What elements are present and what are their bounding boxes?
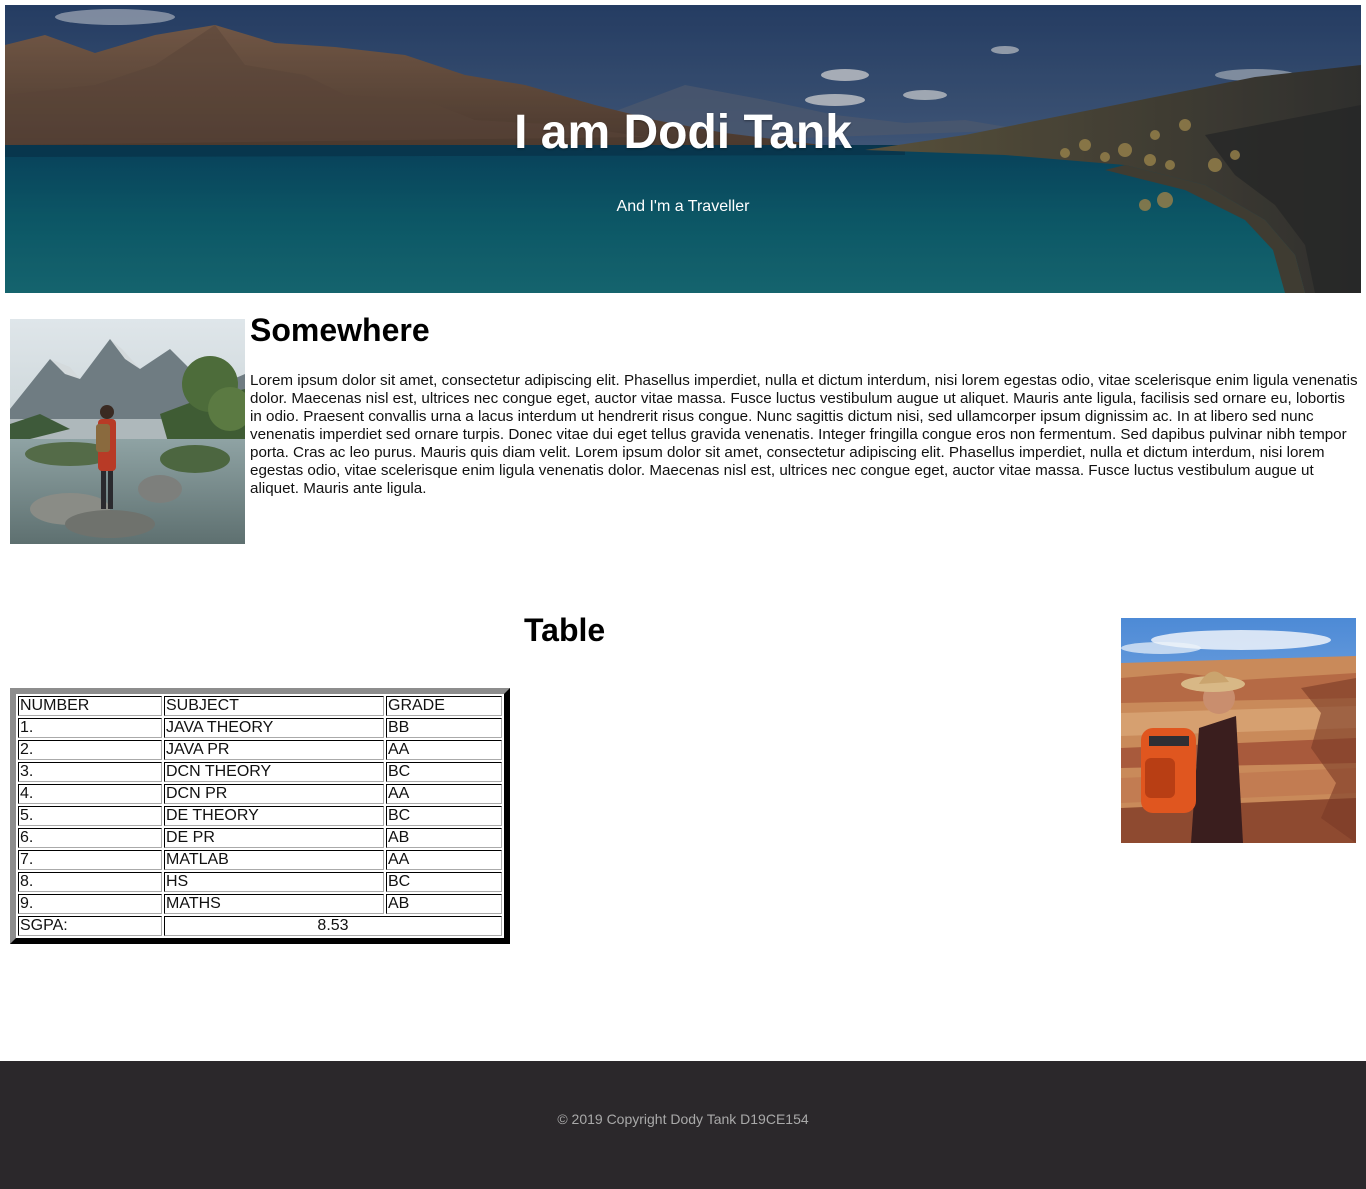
row-subject: DE THEORY xyxy=(164,806,384,826)
sgpa-label: SGPA: xyxy=(18,916,162,936)
row-grade: AB xyxy=(386,828,502,848)
row-number: 7. xyxy=(18,850,162,870)
table-row: 6. DE PR AB xyxy=(18,828,502,848)
row-grade: BC xyxy=(386,806,502,826)
row-subject: JAVA THEORY xyxy=(164,718,384,738)
table-row: 9. MATHS AB xyxy=(18,894,502,914)
row-grade: BC xyxy=(386,762,502,782)
row-number: 1. xyxy=(18,718,162,738)
table-heading: Table xyxy=(524,612,606,648)
hiker-canyon-image xyxy=(1121,618,1356,843)
sgpa-row: SGPA: 8.53 xyxy=(18,916,502,936)
row-grade: AA xyxy=(386,850,502,870)
row-grade: BB xyxy=(386,718,502,738)
hero-subtitle: And I'm a Traveller xyxy=(616,198,750,215)
about-heading: Somewhere xyxy=(250,312,430,348)
row-number: 6. xyxy=(18,828,162,848)
row-grade: BC xyxy=(386,872,502,892)
sgpa-value: 8.53 xyxy=(164,916,502,936)
row-number: 8. xyxy=(18,872,162,892)
table-row: 7. MATLAB AA xyxy=(18,850,502,870)
table-row: 3. DCN THEORY BC xyxy=(18,762,502,782)
row-subject: JAVA PR xyxy=(164,740,384,760)
header-number: NUMBER xyxy=(18,696,162,716)
copyright-text: © 2019 Copyright Dody Tank D19CE154 xyxy=(557,1111,809,1127)
traveller-lake-image xyxy=(10,319,245,544)
header-subject: SUBJECT xyxy=(164,696,384,716)
table-row: 2. JAVA PR AA xyxy=(18,740,502,760)
about-paragraph: Lorem ipsum dolor sit amet, consectetur … xyxy=(250,372,1358,497)
row-number: 2. xyxy=(18,740,162,760)
table-row: 5. DE THEORY BC xyxy=(18,806,502,826)
header-grade: GRADE xyxy=(386,696,502,716)
row-subject: MATHS xyxy=(164,894,384,914)
table-row: 4. DCN PR AA xyxy=(18,784,502,804)
hero-banner: I am Dodi Tank And I'm a Traveller xyxy=(5,5,1361,293)
footer: © 2019 Copyright Dody Tank D19CE154 xyxy=(0,1061,1366,1189)
row-number: 5. xyxy=(18,806,162,826)
hero-title: I am Dodi Tank xyxy=(514,106,852,159)
row-grade: AA xyxy=(386,740,502,760)
row-grade: AB xyxy=(386,894,502,914)
grades-table: NUMBER SUBJECT GRADE 1. JAVA THEORY BB 2… xyxy=(10,688,510,944)
row-number: 3. xyxy=(18,762,162,782)
row-subject: HS xyxy=(164,872,384,892)
row-subject: MATLAB xyxy=(164,850,384,870)
row-subject: DCN PR xyxy=(164,784,384,804)
table-row: 8. HS BC xyxy=(18,872,502,892)
row-grade: AA xyxy=(386,784,502,804)
row-subject: DCN THEORY xyxy=(164,762,384,782)
table-row: 1. JAVA THEORY BB xyxy=(18,718,502,738)
table-header-row: NUMBER SUBJECT GRADE xyxy=(18,696,502,716)
row-number: 4. xyxy=(18,784,162,804)
row-number: 9. xyxy=(18,894,162,914)
row-subject: DE PR xyxy=(164,828,384,848)
